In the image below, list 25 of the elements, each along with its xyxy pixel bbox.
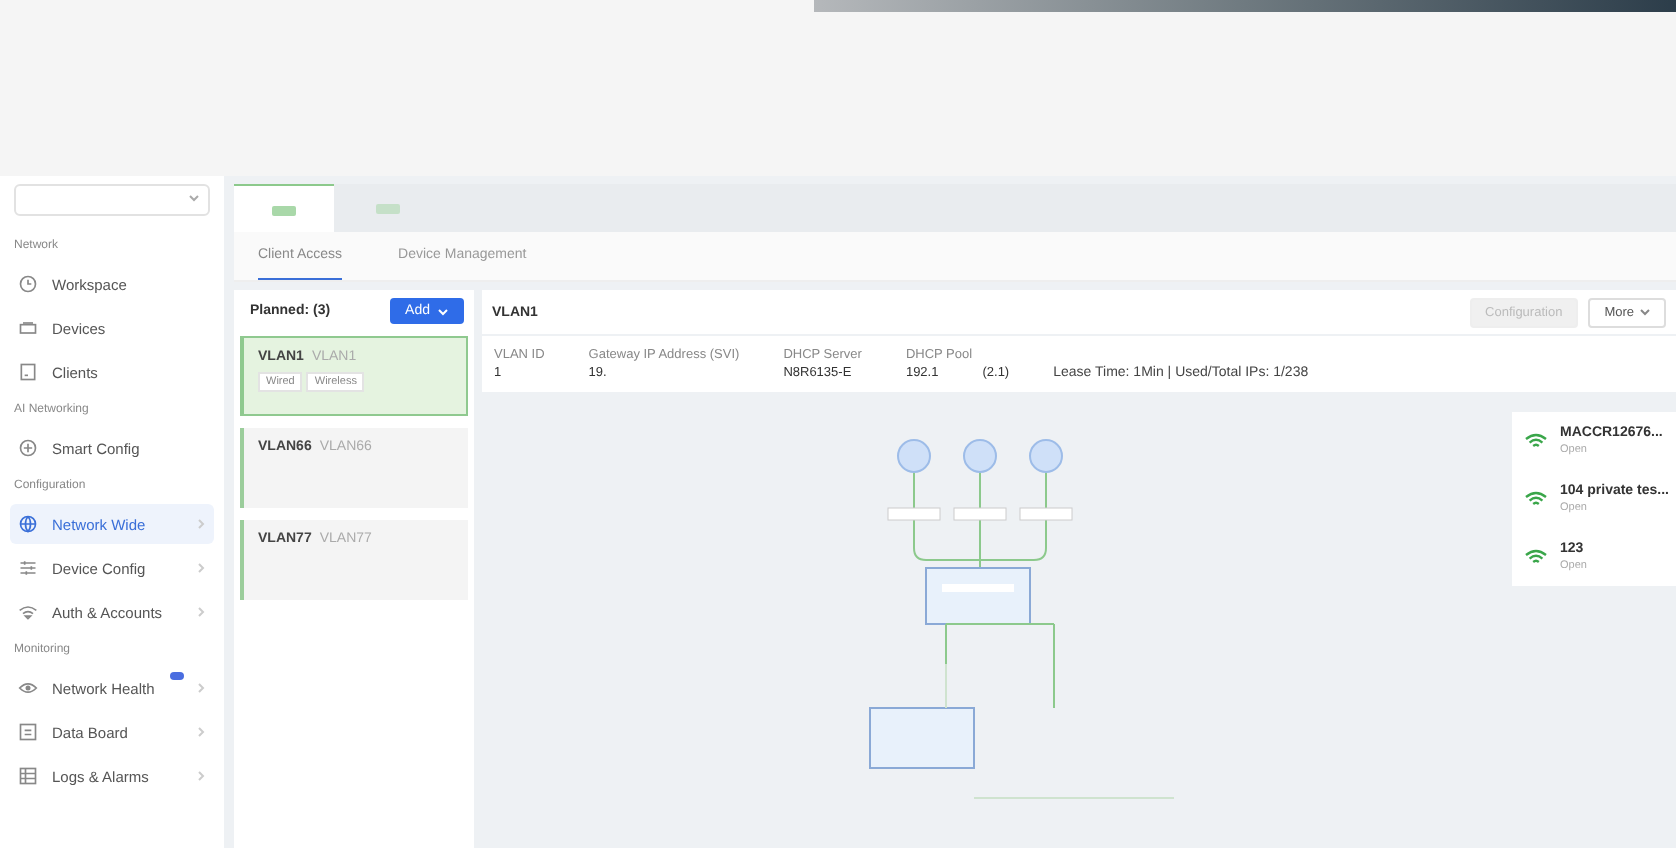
clock-icon bbox=[18, 274, 38, 294]
chevron-icon bbox=[196, 770, 206, 782]
chevron-icon bbox=[196, 562, 206, 574]
chevron-icon bbox=[196, 606, 206, 618]
plus-icon bbox=[18, 438, 38, 458]
chevron-icon bbox=[196, 682, 206, 694]
site-select[interactable] bbox=[14, 184, 210, 216]
list-icon bbox=[18, 766, 38, 786]
eye-icon bbox=[18, 678, 38, 698]
caret-icon bbox=[438, 307, 448, 315]
device-icon bbox=[270, 201, 298, 217]
wifi-icon bbox=[1524, 432, 1548, 450]
wifi-icon bbox=[18, 602, 38, 622]
device-icon bbox=[18, 318, 38, 338]
device-icon bbox=[374, 200, 402, 216]
globe-icon bbox=[18, 514, 38, 534]
chevron-icon bbox=[196, 518, 206, 530]
device-tab[interactable] bbox=[234, 184, 334, 232]
caret-icon bbox=[1640, 308, 1650, 316]
caret-icon bbox=[188, 192, 200, 204]
wifi-icon bbox=[1524, 548, 1548, 566]
chevron-icon bbox=[196, 726, 206, 738]
board-icon bbox=[18, 722, 38, 742]
wifi-icon bbox=[1524, 490, 1548, 508]
sliders-icon bbox=[18, 558, 38, 578]
